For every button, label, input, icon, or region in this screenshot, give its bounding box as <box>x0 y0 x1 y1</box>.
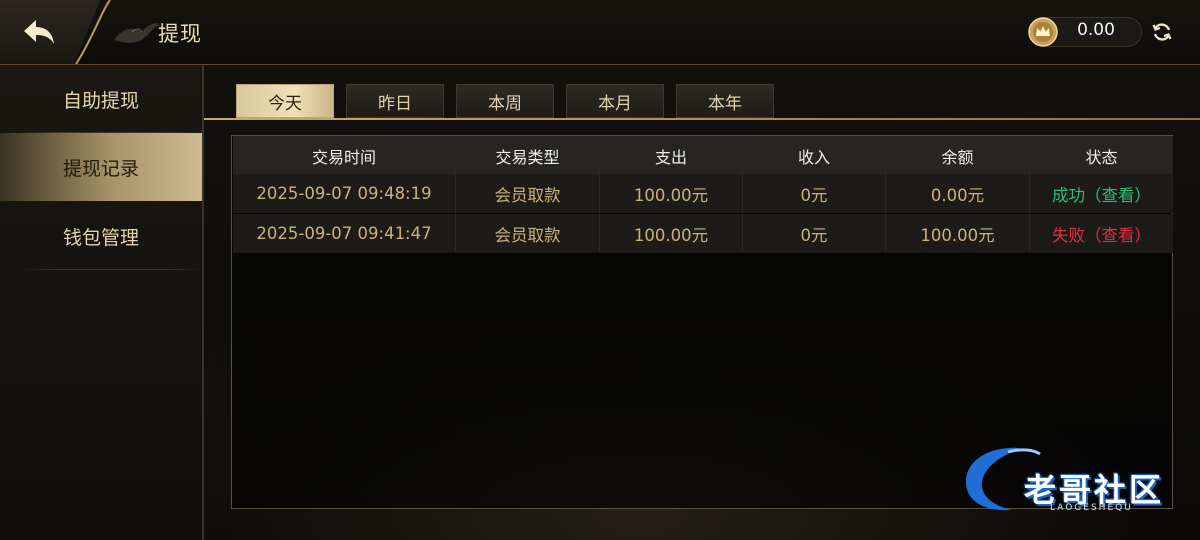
column-header-type: 交易类型 <box>456 136 600 175</box>
crown-coin-icon <box>1028 17 1058 47</box>
cell-in: 0元 <box>743 214 886 253</box>
column-header-time: 交易时间 <box>233 136 456 175</box>
tab-this-month[interactable]: 本月 <box>566 84 664 118</box>
column-header-in: 收入 <box>743 136 886 175</box>
divider <box>20 269 202 270</box>
tab-this-year[interactable]: 本年 <box>676 84 774 118</box>
sidebar-item-withdraw-records[interactable]: 提现记录 <box>0 133 202 201</box>
balance-value: 0.00 <box>1077 20 1115 40</box>
top-bar: 提现 0.00 <box>0 0 1200 65</box>
sidebar-item-label: 自助提现 <box>62 89 139 112</box>
cell-time: 2025-09-07 09:48:19 <box>233 174 456 213</box>
refresh-icon[interactable] <box>1150 20 1174 44</box>
cell-type: 会员取款 <box>456 214 600 253</box>
cell-balance: 100.00元 <box>886 214 1030 253</box>
bird-ornament-icon <box>114 23 160 43</box>
watermark-subtext: LAOGESHEQU <box>1050 503 1133 513</box>
column-header-status: 状态 <box>1085 147 1118 167</box>
cell-out: 100.00元 <box>600 174 743 213</box>
status-view-link[interactable]: 成功（查看） <box>1030 174 1173 213</box>
sidebar-item-wallet-management[interactable]: 钱包管理 <box>0 202 202 270</box>
sidebar: 自助提现 提现记录 钱包管理 <box>0 65 204 540</box>
tab-today[interactable]: 今天 <box>236 84 334 118</box>
cell-out: 100.00元 <box>600 214 743 253</box>
table-header-row: 交易时间 交易类型 支出 收入 余额 状态 <box>233 136 1173 175</box>
back-arrow-icon <box>24 20 54 44</box>
table-row: 2025-09-07 09:41:47 会员取款 100.00元 0元 100.… <box>233 214 1173 253</box>
cell-time: 2025-09-07 09:41:47 <box>233 214 456 253</box>
tab-underline <box>204 118 1200 120</box>
column-header-out: 支出 <box>600 136 743 175</box>
tab-this-week[interactable]: 本周 <box>456 84 554 118</box>
sidebar-item-self-withdraw[interactable]: 自助提现 <box>0 65 202 133</box>
sidebar-item-label: 钱包管理 <box>62 226 139 249</box>
column-header-balance: 余额 <box>886 136 1030 175</box>
cell-balance: 0.00元 <box>886 174 1030 213</box>
header-divider-curve <box>75 0 111 64</box>
tab-yesterday[interactable]: 昨日 <box>346 84 444 118</box>
cell-in: 0元 <box>743 174 886 213</box>
table-row: 2025-09-07 09:48:19 会员取款 100.00元 0元 0.00… <box>233 174 1173 213</box>
page-title: 提现 <box>158 22 202 46</box>
sidebar-item-label: 提现记录 <box>62 157 139 180</box>
status-view-link[interactable]: 失败（查看） <box>1030 214 1173 253</box>
cell-type: 会员取款 <box>456 174 600 213</box>
